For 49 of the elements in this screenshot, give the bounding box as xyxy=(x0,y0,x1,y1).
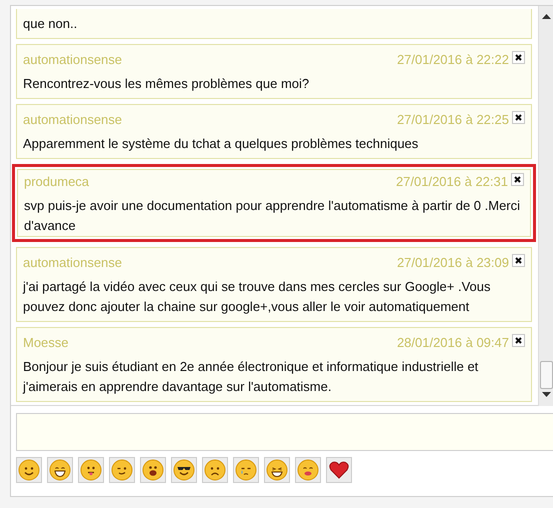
emoticon-button[interactable] xyxy=(326,457,352,483)
message-time: 28/01/2016 à 09:47 xyxy=(396,334,509,352)
close-icon xyxy=(515,336,522,344)
message-text: Bonjour je suis étudiant en 2e année électronique et informatique industrielle et j'aimerais en apprendre davantage sur l'automatisme. xyxy=(23,358,480,396)
delete-button[interactable] xyxy=(512,110,525,124)
emoticon-button[interactable] xyxy=(140,457,166,483)
close-icon xyxy=(515,54,522,60)
smiley-icon xyxy=(49,459,71,481)
emoticon-button[interactable] xyxy=(171,457,197,483)
emoticon-button[interactable] xyxy=(16,457,42,483)
delete-button[interactable] xyxy=(511,172,524,186)
close-icon xyxy=(514,176,521,182)
message-time: 27/01/2016 à 22:25 xyxy=(396,111,509,130)
smiley-icon xyxy=(18,459,40,481)
emoticon-button[interactable] xyxy=(202,457,228,483)
smiley-icon xyxy=(235,459,257,481)
message-input[interactable] xyxy=(16,413,553,451)
author-name: automationsense xyxy=(23,254,124,272)
smiley-icon xyxy=(111,459,133,481)
heart-icon xyxy=(329,461,349,479)
message-text: que non.. xyxy=(23,15,78,33)
close-icon xyxy=(515,256,522,264)
author-name: Moesse xyxy=(23,334,70,352)
message-time: 27/01/2016 à 22:31 xyxy=(396,173,508,192)
delete-button[interactable] xyxy=(512,50,525,64)
emoticon-button[interactable] xyxy=(264,457,290,483)
smiley-icon xyxy=(80,459,102,481)
emoticon-button[interactable] xyxy=(47,457,73,483)
scrollbar[interactable] xyxy=(538,6,553,406)
delete-button[interactable] xyxy=(512,334,525,346)
close-icon xyxy=(515,114,522,120)
smiley-icon xyxy=(142,459,164,481)
smiley-icon xyxy=(204,459,226,481)
smiley-icon xyxy=(297,459,319,481)
scroll-thumb[interactable] xyxy=(540,361,553,389)
scroll-up-icon[interactable] xyxy=(542,14,551,20)
delete-button[interactable] xyxy=(512,254,525,266)
author-name: automationsense xyxy=(23,51,124,70)
message-time: 27/01/2016 à 22:22 xyxy=(396,51,509,70)
message-text: svp puis-je avoir une documentation pour apprendre l'automatisme à partir de 0 .Merci d'avance xyxy=(24,197,522,235)
smiley-icon xyxy=(266,459,288,481)
author-name: automationsense xyxy=(23,111,124,130)
author-name: produmeca xyxy=(24,173,90,192)
message-text: Apparemment le système du tchat a quelques problèmes techniques xyxy=(23,135,420,153)
message-time: 27/01/2016 à 23:09 xyxy=(396,254,509,272)
message-text: j'ai partagé la vidéo avec ceux qui se trouve dans mes cercles sur Google+ .Vous pouvez donc ajouter la chaine sur google+,vous aller le voir automatiquement xyxy=(23,278,492,316)
smiley-icon xyxy=(173,459,195,481)
message-text: Rencontrez-vous les mêmes problèmes que moi? xyxy=(23,75,310,93)
scroll-down-icon[interactable] xyxy=(542,392,551,398)
